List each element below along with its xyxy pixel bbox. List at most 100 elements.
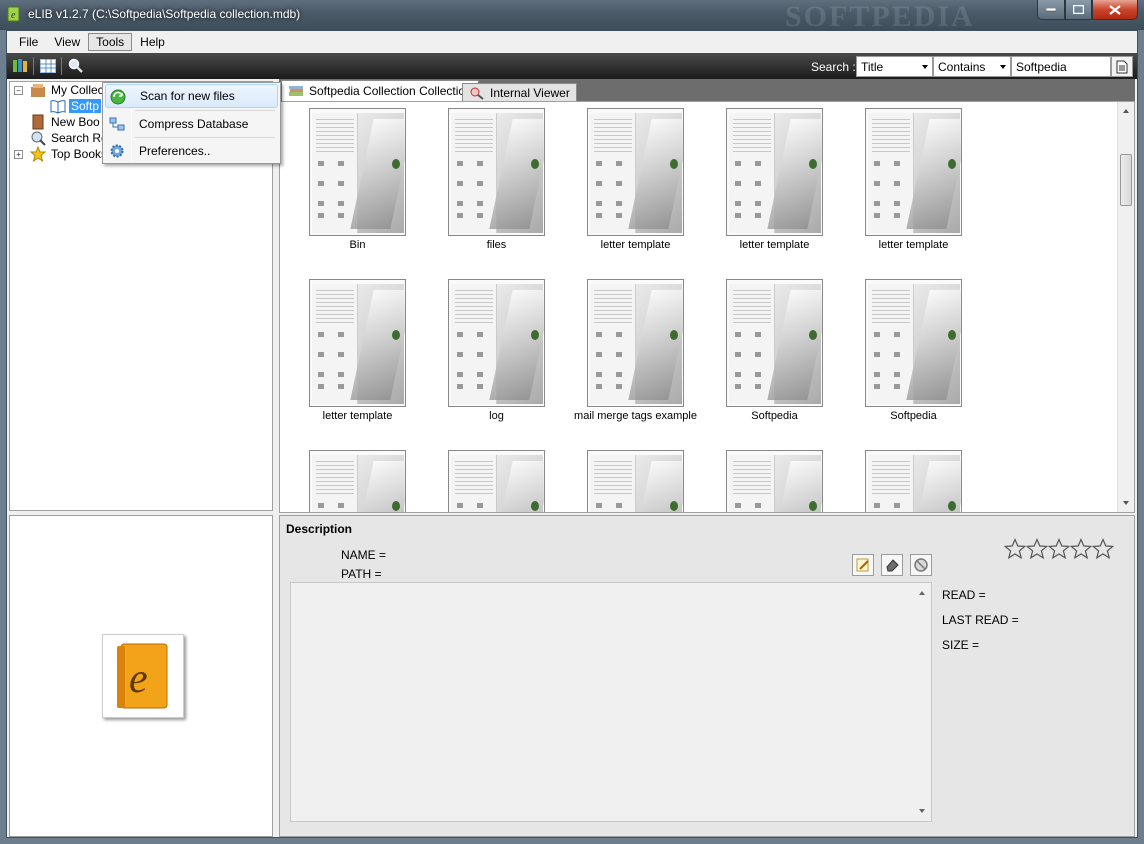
tree-item-my-collection[interactable]: My Collec bbox=[30, 82, 106, 98]
tab-internal-viewer-label: Internal Viewer bbox=[490, 85, 570, 100]
book-thumbnail[interactable] bbox=[705, 446, 844, 512]
menu-item-compress[interactable]: Compress Database bbox=[105, 112, 278, 136]
edit-button[interactable] bbox=[852, 554, 874, 576]
menu-help[interactable]: Help bbox=[132, 33, 173, 51]
last-read-label: LAST READ = bbox=[942, 613, 1019, 627]
maximize-icon bbox=[1073, 5, 1084, 14]
book-thumbnail[interactable]: files bbox=[427, 104, 566, 264]
search-operator-select[interactable]: Contains bbox=[933, 56, 1011, 77]
scroll-up-icon[interactable] bbox=[1123, 109, 1129, 113]
tab-internal-viewer[interactable]: Internal Viewer bbox=[462, 83, 577, 101]
grid-icon bbox=[40, 59, 56, 73]
collapse-toggle[interactable]: − bbox=[14, 86, 23, 95]
chevron-down-icon bbox=[1000, 65, 1006, 69]
star-icon[interactable] bbox=[1003, 537, 1027, 560]
close-button[interactable] bbox=[1092, 0, 1138, 20]
rating-stars[interactable] bbox=[1003, 537, 1115, 560]
grid-view-button[interactable] bbox=[39, 57, 57, 75]
menu-file[interactable]: File bbox=[11, 33, 46, 51]
search-results-icon bbox=[30, 130, 46, 146]
toolbar: Search : Title Contains Softpedia bbox=[7, 53, 1137, 79]
tab-collection[interactable]: Softpedia Collection Collection bbox=[281, 80, 479, 101]
book-cover-image bbox=[865, 108, 962, 236]
library-button[interactable] bbox=[11, 57, 29, 75]
name-label: NAME = bbox=[341, 548, 387, 562]
book-thumbnail[interactable] bbox=[566, 446, 705, 512]
description-panel: Description NAME = PATH = READ = LAST RE… bbox=[279, 515, 1135, 837]
menu-view[interactable]: View bbox=[46, 33, 88, 51]
search-go-button[interactable] bbox=[1111, 56, 1133, 77]
book-thumbnail[interactable]: Bin bbox=[288, 104, 427, 264]
watermark-logo: SOFTPEDIA bbox=[785, 0, 975, 33]
tree-item-new-books[interactable]: New Boo bbox=[30, 114, 102, 130]
new-book-icon bbox=[30, 114, 46, 130]
window-title: eLIB v1.2.7 (C:\Softpedia\Softpedia coll… bbox=[28, 7, 301, 21]
book-cover-image bbox=[587, 108, 684, 236]
compress-icon bbox=[108, 115, 126, 133]
book-thumbnail[interactable]: Softpedia bbox=[844, 275, 983, 435]
description-title: Description bbox=[286, 522, 353, 536]
find-button[interactable] bbox=[67, 57, 85, 75]
tab-bar: Softpedia Collection Collection Internal… bbox=[279, 79, 1135, 101]
description-text[interactable] bbox=[290, 582, 932, 822]
tree-item-top-books[interactable]: Top Books bbox=[30, 146, 109, 162]
menu-item-preferences[interactable]: Preferences.. bbox=[105, 139, 278, 163]
scroll-down-icon[interactable] bbox=[919, 809, 925, 813]
book-thumbnail[interactable]: log bbox=[427, 275, 566, 435]
books-stack-icon bbox=[289, 86, 303, 96]
star-icon[interactable] bbox=[1069, 537, 1093, 560]
magnifier-icon bbox=[68, 58, 83, 73]
books-icon bbox=[13, 59, 27, 72]
book-title: letter template bbox=[878, 239, 949, 251]
erase-button[interactable] bbox=[881, 554, 903, 576]
minimize-button[interactable] bbox=[1037, 0, 1065, 20]
gear-icon bbox=[108, 142, 126, 160]
search-input[interactable]: Softpedia bbox=[1011, 56, 1111, 77]
book-cover-image bbox=[726, 450, 823, 512]
edit-icon bbox=[856, 558, 869, 572]
book-cover-image bbox=[865, 450, 962, 512]
expand-toggle[interactable]: + bbox=[14, 150, 23, 159]
book-cover-image bbox=[448, 279, 545, 407]
book-thumbnail[interactable]: letter template bbox=[566, 104, 705, 264]
book-thumbnail[interactable]: mail merge tags example bbox=[566, 275, 705, 435]
app-icon: e bbox=[6, 6, 22, 22]
book-thumbnail[interactable]: Softpedia bbox=[705, 275, 844, 435]
cancel-button[interactable] bbox=[910, 554, 932, 576]
cover-preview: e bbox=[9, 515, 273, 837]
scroll-up-icon[interactable] bbox=[919, 591, 925, 595]
book-thumbnail[interactable] bbox=[288, 446, 427, 512]
book-cover-image bbox=[309, 279, 406, 407]
book-title: letter template bbox=[739, 239, 810, 251]
book-thumbnail[interactable]: letter template bbox=[705, 104, 844, 264]
book-cover-image bbox=[726, 279, 823, 407]
book-gallery: Bin files letter template letter template le… bbox=[279, 101, 1135, 513]
book-cover-image bbox=[865, 279, 962, 407]
book-thumbnail[interactable]: letter template bbox=[288, 275, 427, 435]
collection-icon bbox=[30, 82, 46, 98]
read-label: READ = bbox=[942, 588, 986, 602]
scrollbar-thumb[interactable] bbox=[1120, 154, 1132, 206]
book-thumbnail[interactable] bbox=[844, 446, 983, 512]
book-title: letter template bbox=[600, 239, 671, 251]
tree-item-softpedia[interactable]: Softp bbox=[50, 98, 102, 114]
book-title: files bbox=[486, 239, 507, 251]
scroll-down-icon[interactable] bbox=[1123, 501, 1129, 505]
star-icon bbox=[30, 146, 46, 162]
gallery-scrollbar[interactable] bbox=[1117, 102, 1134, 512]
menu-item-scan[interactable]: Scan for new files bbox=[105, 84, 278, 108]
elib-book-icon: e bbox=[117, 643, 168, 709]
maximize-button[interactable] bbox=[1065, 0, 1092, 20]
star-icon[interactable] bbox=[1047, 537, 1071, 560]
star-icon[interactable] bbox=[1025, 537, 1049, 560]
book-cover-image bbox=[587, 450, 684, 512]
star-icon[interactable] bbox=[1091, 537, 1115, 560]
book-thumbnail[interactable]: letter template bbox=[844, 104, 983, 264]
book-title: mail merge tags example bbox=[574, 410, 697, 422]
path-label: PATH = bbox=[341, 567, 382, 581]
viewer-icon bbox=[470, 87, 484, 100]
search-operator-value: Contains bbox=[938, 60, 986, 74]
menu-tools[interactable]: Tools bbox=[88, 33, 133, 51]
search-field-select[interactable]: Title bbox=[856, 56, 933, 77]
book-thumbnail[interactable] bbox=[427, 446, 566, 512]
